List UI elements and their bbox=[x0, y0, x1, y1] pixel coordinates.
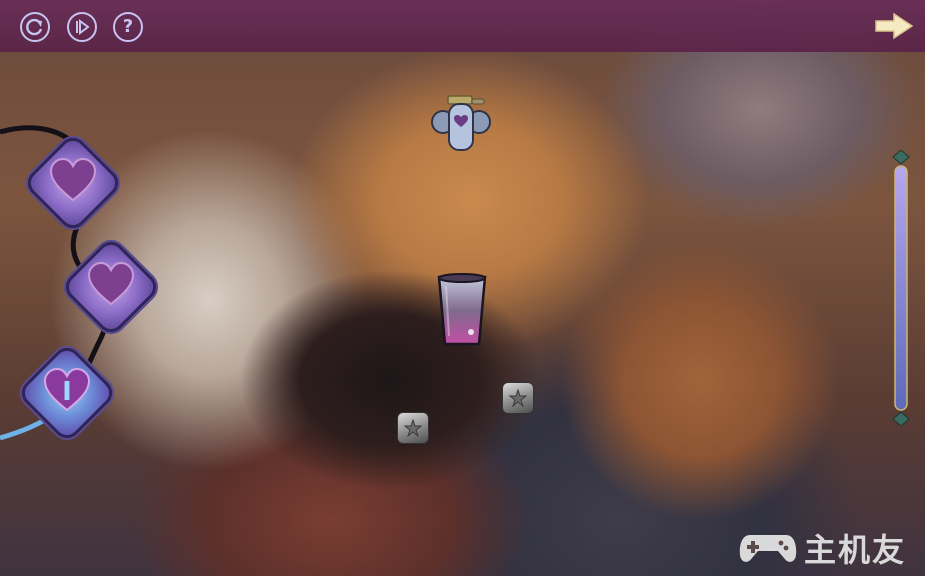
drinking-glass-icon[interactable] bbox=[437, 272, 487, 348]
level-node-1[interactable] bbox=[22, 132, 124, 234]
level-node-3-current[interactable]: I bbox=[16, 342, 118, 444]
restart-icon bbox=[26, 18, 43, 36]
heart-icon bbox=[49, 157, 97, 202]
watermark-text: 主机友 bbox=[804, 531, 907, 569]
help-icon: ? bbox=[122, 16, 134, 37]
gamepad-icon bbox=[739, 535, 797, 562]
help-button[interactable]: ? bbox=[113, 12, 143, 42]
next-button[interactable] bbox=[874, 12, 914, 40]
potion-bottle-icon[interactable] bbox=[430, 94, 492, 154]
level-node-2[interactable] bbox=[60, 236, 162, 338]
star-icon bbox=[404, 419, 422, 437]
play-button[interactable] bbox=[67, 12, 97, 42]
heart-icon bbox=[87, 261, 135, 306]
vertical-slider[interactable] bbox=[892, 150, 910, 426]
arrow-right-icon bbox=[875, 12, 914, 40]
watermark: 主机友 bbox=[738, 528, 907, 569]
play-icon bbox=[76, 19, 90, 35]
star-icon bbox=[509, 389, 527, 407]
star-block[interactable] bbox=[503, 383, 533, 413]
level-node-label: I bbox=[62, 377, 72, 407]
restart-button[interactable] bbox=[20, 12, 50, 42]
star-block[interactable] bbox=[398, 413, 428, 443]
